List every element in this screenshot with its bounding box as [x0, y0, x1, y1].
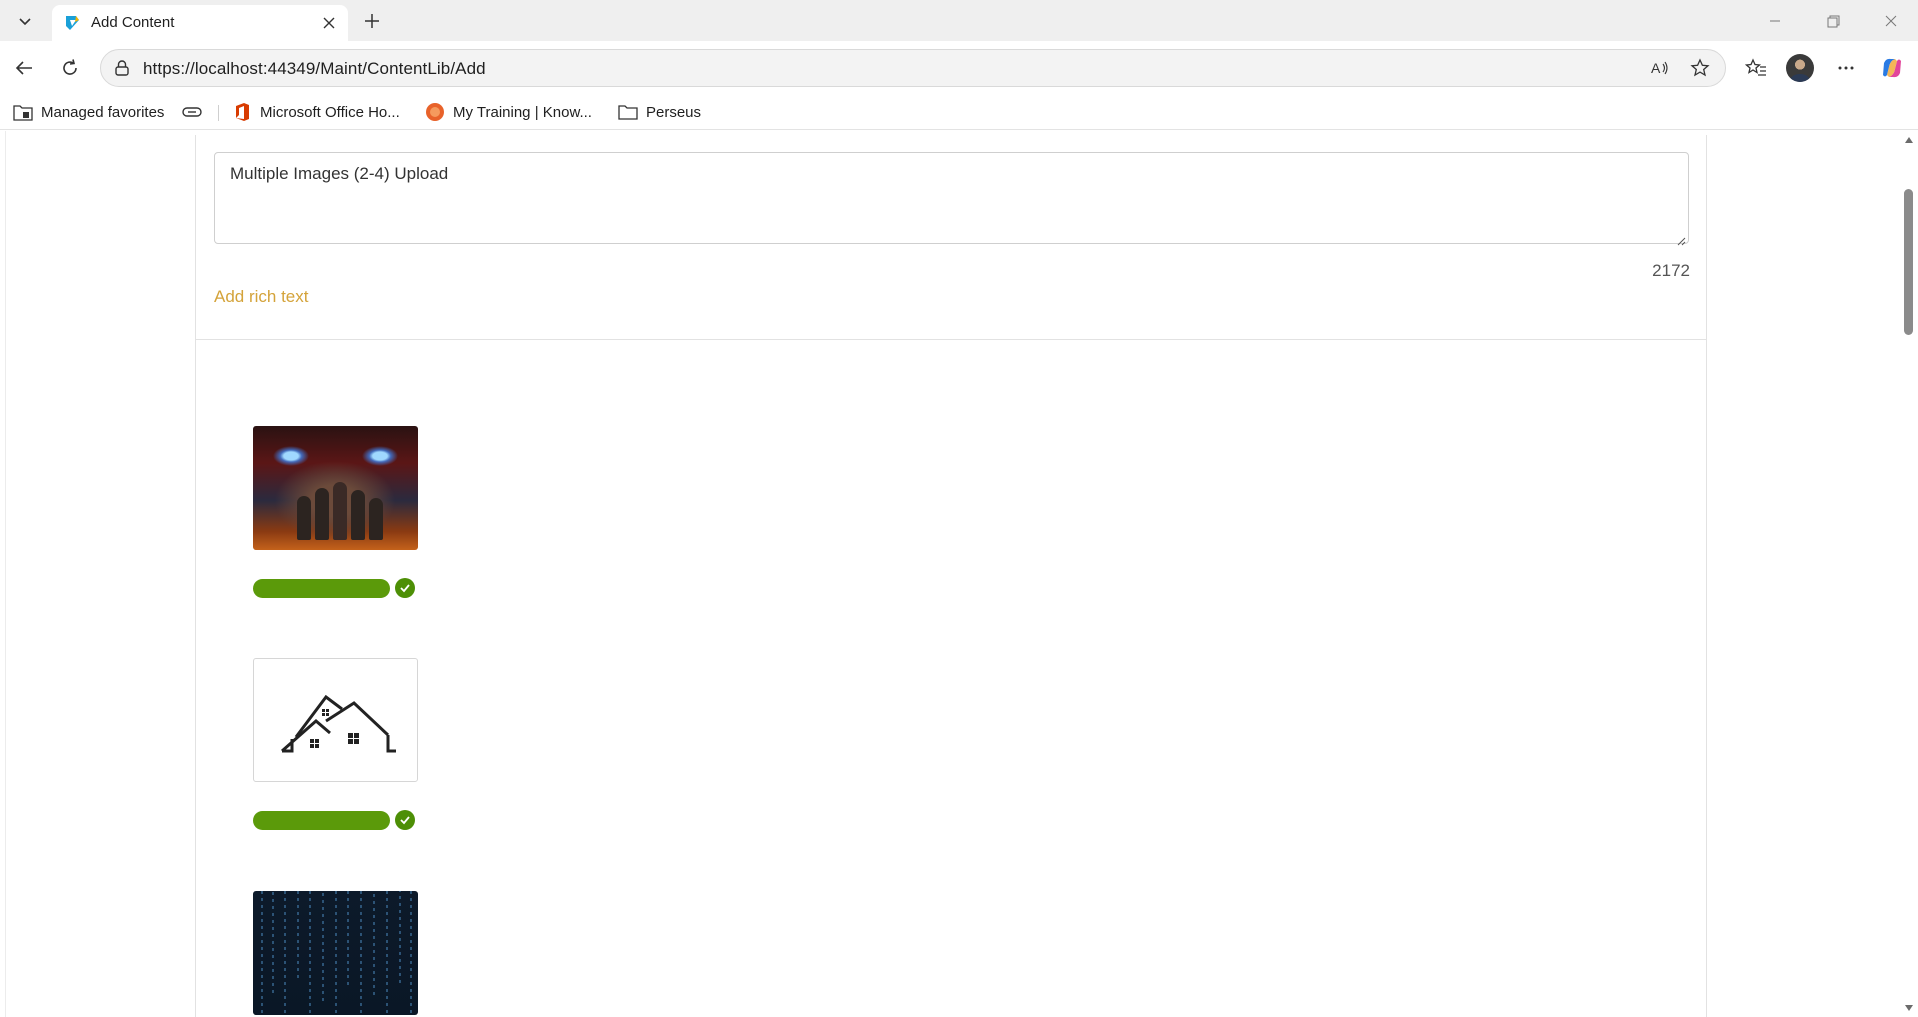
- copilot-icon[interactable]: [1874, 50, 1910, 86]
- favorites-separator: [218, 105, 219, 121]
- uploaded-image-thumbnail[interactable]: [253, 658, 418, 782]
- vertical-scrollbar[interactable]: [1900, 131, 1918, 1017]
- textarea-value: Multiple Images (2-4) Upload: [230, 164, 449, 183]
- favorite-microsoft-office[interactable]: Microsoft Office Ho...: [232, 101, 400, 123]
- poster-figure: [369, 498, 383, 540]
- code-column: [335, 891, 337, 1015]
- folder-icon: [618, 102, 638, 122]
- folder-managed-icon: [13, 102, 33, 122]
- tab-strip: Add Content: [0, 0, 1918, 41]
- code-column: [360, 891, 362, 1015]
- tab-actions-chevron-down-icon[interactable]: [8, 6, 42, 36]
- back-arrow-icon[interactable]: [6, 50, 42, 86]
- address-bar[interactable]: https://localhost:44349/Maint/ContentLib…: [100, 49, 1726, 87]
- new-tab-plus-icon[interactable]: [355, 6, 389, 36]
- poster-figure: [351, 490, 365, 540]
- app-favicon-icon: [63, 14, 81, 32]
- favorite-star-icon[interactable]: [1689, 57, 1711, 79]
- training-icon: [425, 102, 445, 122]
- poster-figure: [297, 496, 311, 540]
- content-textarea[interactable]: Multiple Images (2-4) Upload: [214, 152, 1689, 246]
- close-window-icon[interactable]: [1868, 6, 1914, 36]
- favorite-my-training[interactable]: My Training | Know...: [425, 101, 592, 123]
- svg-text:A: A: [1651, 60, 1661, 76]
- favorite-label: Perseus: [646, 103, 702, 121]
- code-column: [284, 891, 286, 1015]
- favorite-label: My Training | Know...: [453, 103, 592, 121]
- code-column: [297, 891, 299, 980]
- page-edge: [5, 131, 6, 1017]
- scroll-down-arrow-icon[interactable]: [1905, 1005, 1913, 1011]
- uploaded-image-thumbnail[interactable]: [253, 891, 418, 1015]
- code-column: [347, 891, 349, 987]
- code-column: [410, 891, 412, 1015]
- favorite-managed-favorites[interactable]: Managed favorites: [13, 101, 164, 123]
- upload-progress-bar: [253, 811, 390, 830]
- poster-figure: [315, 488, 329, 540]
- code-column: [309, 891, 311, 1015]
- code-column: [399, 891, 401, 985]
- scrollbar-thumb[interactable]: [1904, 189, 1913, 335]
- upload-progress-bar: [253, 579, 390, 598]
- code-column: [373, 891, 375, 997]
- site-info-lock-icon[interactable]: [113, 59, 131, 77]
- page-viewport: Multiple Images (2-4) Upload 2172 Add ri…: [0, 131, 1900, 1017]
- tab-title: Add Content: [91, 14, 175, 31]
- favorite-label: Microsoft Office Ho...: [260, 103, 400, 121]
- code-column: [272, 891, 274, 995]
- poster-figure: [333, 482, 347, 540]
- office-icon: [232, 102, 252, 122]
- read-aloud-icon[interactable]: A: [1649, 57, 1671, 79]
- minimize-icon[interactable]: [1752, 6, 1798, 36]
- upload-complete-check-icon: [395, 810, 415, 830]
- favorites-bar: Managed favorites Microsoft Office Ho...…: [0, 94, 1918, 130]
- favorite-label: Managed favorites: [41, 103, 165, 121]
- section-divider: [196, 339, 1706, 340]
- resize-grip-icon[interactable]: [1676, 231, 1686, 246]
- favorite-link[interactable]: [182, 101, 210, 123]
- url-text[interactable]: https://localhost:44349/Maint/ContentLib…: [143, 59, 486, 79]
- link-icon: [182, 102, 202, 122]
- restore-icon[interactable]: [1810, 6, 1856, 36]
- code-column: [261, 891, 263, 1015]
- scroll-up-arrow-icon[interactable]: [1905, 137, 1913, 143]
- active-tab[interactable]: Add Content: [52, 5, 348, 41]
- favorite-perseus[interactable]: Perseus: [618, 101, 701, 123]
- add-rich-text-link[interactable]: Add rich text: [214, 287, 309, 307]
- code-column: [386, 891, 388, 1015]
- upload-complete-check-icon: [395, 578, 415, 598]
- content-form-card: Multiple Images (2-4) Upload 2172 Add ri…: [195, 135, 1707, 1017]
- more-options-icon[interactable]: [1828, 50, 1864, 86]
- refresh-icon[interactable]: [52, 50, 88, 86]
- uploaded-image-thumbnail[interactable]: [253, 426, 418, 550]
- house-logo-icon: [281, 694, 396, 753]
- character-count: 2172: [1652, 261, 1690, 280]
- browser-toolbar: https://localhost:44349/Maint/ContentLib…: [0, 41, 1918, 94]
- code-column: [322, 891, 324, 1003]
- profile-avatar[interactable]: [1786, 54, 1814, 82]
- close-tab-icon[interactable]: [320, 14, 338, 32]
- favorites-icon[interactable]: [1738, 50, 1774, 86]
